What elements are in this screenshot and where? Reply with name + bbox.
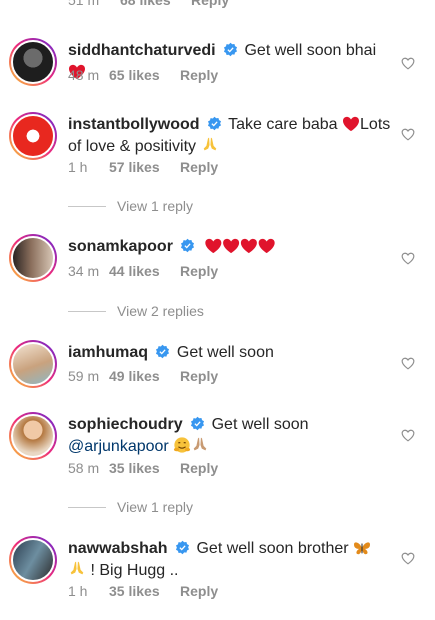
view-replies-label: View 2 replies [117,303,204,319]
avatar[interactable] [9,112,57,160]
comment-time: 51 m [68,0,100,8]
verified-badge-icon [181,238,195,253]
comment-likes[interactable]: 68 likes [120,0,191,8]
view-replies-label: View 1 reply [117,198,194,214]
comment-likes[interactable]: 65 likes [109,67,180,83]
comment-likes[interactable]: 35 likes [109,460,180,476]
folded-hands-emoji [203,137,216,151]
comment-meta: 59 m 49 likes Reply [68,368,218,384]
avatar[interactable] [9,38,57,86]
comment-body: sonamkapoor [68,236,395,258]
heart-outline-icon[interactable] [401,57,415,70]
verified-badge-icon [207,116,222,131]
mention-link[interactable]: @arjunkapoor [68,438,169,455]
comment-text-continued: ! Big Hugg .. [90,562,179,579]
comment-time: 1 h [68,159,88,175]
red-heart-emoji [343,116,360,132]
heart-outline-icon[interactable] [401,357,415,370]
divider [68,310,106,312]
reply-button[interactable]: Reply [180,583,218,599]
comment-time: 58 m [68,460,100,476]
previous-comment-meta: 51 m 68 likes Reply [68,0,229,8]
comment-time: 1 h [68,583,88,599]
reply-button[interactable]: Reply [180,263,218,279]
folded-hands-emoji [70,561,84,575]
comment-meta: 1 h 35 likes Reply [68,583,218,599]
comment-time: 48 m [68,67,100,83]
verified-badge-icon [156,344,170,359]
comment-body: nawwabshah Get well soon brother ! Big H… [68,538,395,582]
reply-button[interactable]: Reply [180,67,218,83]
verified-badge-icon [191,416,205,431]
comment-meta: 34 m 44 likes Reply [68,263,218,279]
comment-likes[interactable]: 57 likes [109,159,180,175]
comment-meta: 48 m 65 likes Reply [68,67,218,83]
view-replies-button[interactable]: View 1 reply [68,198,193,214]
comment-likes[interactable]: 49 likes [109,368,180,384]
comment-likes[interactable]: 35 likes [109,583,180,599]
avatar[interactable] [9,340,57,388]
divider [68,506,106,508]
comment-text: Take care baba [228,116,338,133]
comment-time: 34 m [68,263,100,279]
heart-outline-icon[interactable] [401,552,415,565]
comment-username[interactable]: instantbollywood [68,116,200,133]
avatar[interactable] [9,412,57,460]
reply-button[interactable]: Reply [180,460,218,476]
folded-hands-emoji [193,437,207,451]
comment-username[interactable]: sophiechoudry [68,416,183,433]
view-replies-button[interactable]: View 1 reply [68,499,193,515]
comment-text: Get well soon bhai [244,42,377,59]
comment-username[interactable]: nawwabshah [68,540,168,557]
heart-outline-icon[interactable] [401,429,415,442]
comment-meta: 58 m 35 likes Reply [68,460,218,476]
verified-badge-icon [224,42,238,57]
avatar[interactable] [9,536,57,584]
comment-text: Get well soon [176,344,274,361]
hugging-face-emoji [174,437,191,453]
comment-body: sophiechoudry Get well soon @arjunkapoor [68,414,395,458]
heart-outline-icon[interactable] [401,128,415,141]
avatar[interactable] [9,234,57,282]
comment-body: instantbollywood Take care baba Lots of … [68,114,395,158]
comment-time: 59 m [68,368,100,384]
butterfly-emoji [354,542,371,555]
view-replies-button[interactable]: View 2 replies [68,303,204,319]
comment-username[interactable]: siddhantchaturvedi [68,42,216,59]
comment-username[interactable]: sonamkapoor [68,238,173,255]
reply-button[interactable]: Reply [191,0,229,8]
verified-badge-icon [176,540,190,555]
comment-body: iamhumaq Get well soon [68,342,395,364]
view-replies-label: View 1 reply [117,499,194,515]
comment-meta: 1 h 57 likes Reply [68,159,218,175]
divider [68,205,106,207]
comment-text: Get well soon [211,416,309,433]
reply-button[interactable]: Reply [180,159,218,175]
comment-username[interactable]: iamhumaq [68,344,148,361]
comment-likes[interactable]: 44 likes [109,263,180,279]
four-red-hearts-emoji [205,238,275,254]
heart-outline-icon[interactable] [401,252,415,265]
reply-button[interactable]: Reply [180,368,218,384]
comment-text: Get well soon brother [196,540,349,557]
